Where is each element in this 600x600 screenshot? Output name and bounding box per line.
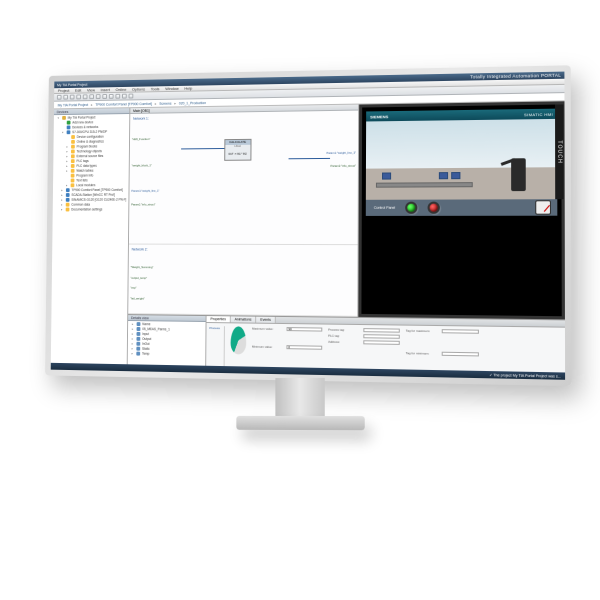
menu-item[interactable]: Online: [115, 87, 126, 92]
process-section: Process: [209, 326, 220, 330]
toolbar-button[interactable]: [70, 95, 75, 100]
toolbar-button[interactable]: [115, 94, 120, 99]
toolbar-button[interactable]: [63, 95, 68, 100]
hmi-scene[interactable]: [366, 119, 557, 200]
menu-item[interactable]: Options: [132, 87, 145, 92]
property-tab[interactable]: Properties: [207, 316, 231, 322]
project-title: My TIA Portal Project: [57, 82, 87, 86]
network-title: Network 1:: [133, 114, 355, 121]
box-graphic: [382, 172, 391, 179]
toolbar-button[interactable]: [96, 94, 101, 99]
prop-tag-input[interactable]: [363, 328, 399, 333]
breadcrumb-item[interactable]: My TIA Portal Project: [58, 103, 88, 107]
toolbar-button[interactable]: [83, 94, 88, 99]
menu-item[interactable]: Tools: [151, 86, 160, 91]
breadcrumb-item[interactable]: TP900 Comfort Panel [TP900 Comfort]: [95, 102, 152, 107]
detail-item[interactable]: ▸Temp: [128, 350, 206, 356]
menu-item[interactable]: Project: [58, 88, 70, 93]
conveyor-graphic: [376, 182, 473, 188]
network-title: Network 2:: [132, 248, 355, 253]
control-panel-label: Control Panel: [374, 206, 395, 210]
gauge-preview-icon: [230, 326, 246, 354]
breadcrumb-item[interactable]: 020_1_Production: [179, 101, 206, 105]
toolbar-button[interactable]: [102, 94, 107, 99]
tag-max-input[interactable]: [442, 329, 479, 334]
box-graphic: [439, 172, 448, 179]
simatic-label: SIMATIC HMI: [524, 111, 553, 117]
box-graphic: [451, 172, 460, 179]
toolbar-button[interactable]: [129, 94, 134, 99]
property-tab[interactable]: Events: [256, 317, 275, 323]
toolbar-button[interactable]: [57, 95, 62, 100]
tag-min-input[interactable]: [442, 352, 479, 357]
prop-tag-input[interactable]: [363, 334, 399, 339]
calculate-block[interactable]: CALCULATE LReal OUT := IN1 * IN2: [224, 138, 251, 160]
menu-item[interactable]: Help: [184, 86, 192, 91]
robot-graphic: [511, 158, 526, 191]
start-button[interactable]: [405, 202, 417, 214]
project-tree: Devices ▾My TIA Portal ProjectAdd new de…: [51, 108, 131, 371]
toolbar-button[interactable]: [89, 94, 94, 99]
menu-item[interactable]: View: [87, 88, 95, 93]
gauge-widget[interactable]: [535, 200, 551, 214]
toolbar-button[interactable]: [109, 94, 114, 99]
prop-input[interactable]: [286, 327, 322, 332]
prop-input[interactable]: [286, 345, 322, 350]
siemens-logo: SIEMENS: [370, 114, 388, 119]
program-editor[interactable]: Main [OB1] Network 1: CALCULATE LReal OU…: [128, 105, 359, 317]
monitor-stand: [236, 378, 364, 430]
status-text: ✓ The project My TIA Portal Project was …: [489, 373, 560, 379]
menu-item[interactable]: Edit: [75, 88, 81, 93]
menu-item[interactable]: Window: [165, 86, 179, 91]
touch-label: TOUCH: [555, 104, 564, 199]
breadcrumb-item[interactable]: Screens: [159, 101, 171, 105]
hmi-preview: SIEMENS SIMATIC HMI Control Panel: [358, 101, 565, 319]
toolbar-button[interactable]: [76, 95, 81, 100]
prop-tag-input[interactable]: [363, 340, 399, 345]
stop-button[interactable]: [428, 202, 440, 214]
menu-item[interactable]: Insert: [101, 87, 110, 92]
tree-item[interactable]: ▸Documentation settings: [53, 206, 129, 211]
property-tab[interactable]: Animations: [231, 316, 257, 322]
toolbar-button[interactable]: [122, 94, 127, 99]
